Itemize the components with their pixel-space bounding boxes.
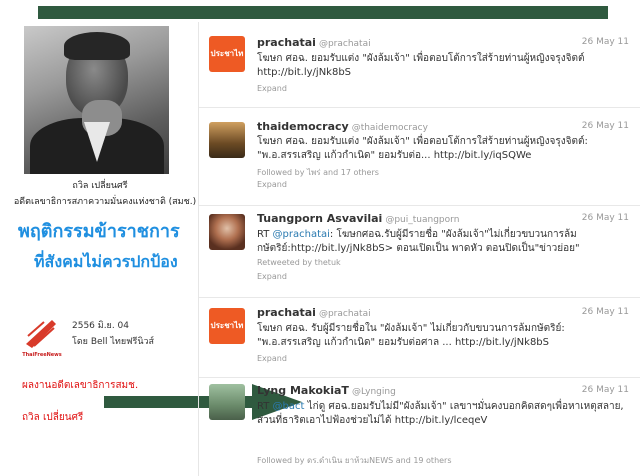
tuangporn-avatar-icon[interactable] [209, 214, 245, 250]
tweet-retweeted-by[interactable]: Retweeted by thetuk [257, 258, 341, 267]
tweet-expand-link[interactable]: Expand [257, 180, 287, 189]
tweet-feed: ประชาไท prachatai @prachatai 26 May 11 โฆ… [198, 22, 640, 476]
tweet-author-name[interactable]: prachatai [257, 36, 316, 49]
tweet-author-name[interactable]: thaidemocracy [257, 120, 349, 133]
tweet-text: RT @bact ไก่ดู ศอฉ.ยอมรับไม่มี"ผังล้มเจ้… [257, 401, 624, 426]
tweet-text: โฆษก ศอฉ. รับผู้มีรายชื่อใน "ผังล้มเจ้า"… [257, 323, 565, 348]
portrait-photo [24, 26, 169, 174]
tweet-item[interactable]: thaidemocracy @thaidemocracy 26 May 11 โฆ… [199, 108, 640, 206]
tweet-text: โฆษก ศอฉ. ยอมรับแต่ง "ผังล้มเจ้า" เพื่อต… [257, 53, 585, 78]
tweet-expand-link[interactable]: Expand [257, 354, 287, 363]
photo-caption-title: อดีตเลขาธิการสภาความมั่นคงแห่งชาติ (สมช.… [13, 197, 197, 207]
tweet-author-name[interactable]: prachatai [257, 306, 316, 319]
tweet-item[interactable]: ประชาไท prachatai @prachatai 26 May 11 โฆ… [199, 298, 640, 378]
tweet-item[interactable]: Lyng MakokiaT @Lynging 26 May 11 RT @bact… [199, 378, 640, 476]
headline-line1: พฤติกรรมข้าราชการ [18, 221, 180, 242]
tweet-author-name[interactable]: Lyng MakokiaT [257, 384, 349, 397]
article-byline: โดย Bell ไทยฟรีนิวส์ [72, 337, 155, 347]
lyng-avatar-icon[interactable] [209, 384, 245, 420]
tweet-item[interactable]: ประชาไท prachatai @prachatai 26 May 11 โฆ… [199, 22, 640, 108]
thaidemocracy-avatar-icon[interactable] [209, 122, 245, 158]
tweet-text-content: ไก่ดู ศอฉ.ยอมรับไม่มี"ผังล้มเจ้า" เลขาฯม… [257, 401, 624, 426]
tweet-followed-by[interactable]: Followed by ดร.ดำเนิน ยาห้วมNEWS and 19 … [257, 454, 452, 467]
tweet-text: โฆษก ศอฉ. ยอมรับแต่ง "ผังล้มเจ้า" เพื่อต… [257, 136, 588, 161]
prachatai-avatar-icon[interactable]: ประชาไท [209, 36, 245, 72]
tweet-mention-link[interactable]: @bact [273, 401, 305, 412]
tweet-item[interactable]: Tuangporn Asvavilai @pui_tuangporn 26 May… [199, 206, 640, 298]
tweet-expand-link[interactable]: Expand [257, 84, 287, 93]
tweet-text: RT @prachatai: โฆษกศอฉ.รับผู้มีรายชื่อ "… [257, 229, 580, 254]
tweet-author-handle[interactable]: @pui_tuangporn [385, 215, 459, 225]
tweet-author-handle[interactable]: @prachatai [319, 39, 371, 49]
tweet-date[interactable]: 26 May 11 [582, 213, 629, 223]
red-note-2: ถวิล เปลี่ยนศรี [22, 412, 84, 423]
prachatai-avatar-icon[interactable]: ประชาไท [209, 308, 245, 344]
tweet-date[interactable]: 26 May 11 [582, 385, 629, 395]
tweet-mention-link[interactable]: @prachatai [273, 229, 330, 240]
top-banner-bar [38, 6, 608, 19]
tweet-date[interactable]: 26 May 11 [582, 37, 629, 47]
tweet-date[interactable]: 26 May 11 [582, 121, 629, 131]
photo-caption-name: ถวิล เปลี่ยนศรี [72, 181, 128, 191]
article-date: 2556 มิ.ย. 04 [72, 321, 130, 331]
tweet-author-handle[interactable]: @thaidemocracy [352, 123, 428, 133]
thaifreenews-logo-icon [22, 314, 60, 352]
tweet-author-handle[interactable]: @Lynging [352, 387, 396, 397]
tweet-date[interactable]: 26 May 11 [582, 307, 629, 317]
tweet-author-name[interactable]: Tuangporn Asvavilai [257, 212, 382, 225]
tweet-followed-by[interactable]: Followed by ไพร่ and 17 others [257, 166, 379, 179]
tweet-expand-link[interactable]: Expand [257, 272, 287, 281]
tweet-author-handle[interactable]: @prachatai [319, 309, 371, 319]
logo-text: ThaiFreeNews [22, 352, 62, 358]
headline-line2: ที่สังคมไม่ควรปกป้อง [34, 252, 178, 271]
